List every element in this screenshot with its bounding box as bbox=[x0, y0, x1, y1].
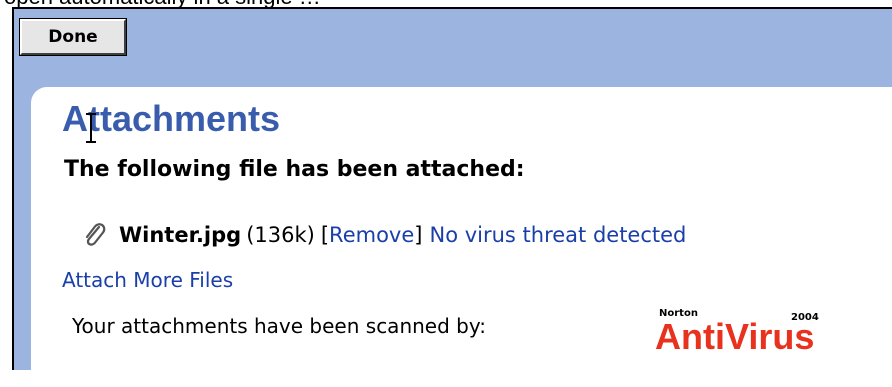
paperclip-icon bbox=[85, 223, 106, 246]
remove-link[interactable]: Remove bbox=[329, 223, 414, 247]
norton-product-text: AntiVirus bbox=[655, 316, 815, 357]
virus-status: No virus threat detected bbox=[429, 223, 687, 247]
file-size: (136k) bbox=[246, 223, 315, 247]
remove-link-wrapper: [Remove] bbox=[320, 223, 423, 247]
text-cursor-icon bbox=[86, 113, 96, 143]
attachment-item: Winter.jpg (136k) [Remove] No virus thre… bbox=[80, 220, 686, 250]
attached-subtitle: The following file has been attached: bbox=[64, 157, 525, 182]
scan-notice: Your attachments have been scanned by: bbox=[72, 314, 486, 338]
attach-more-files-link[interactable]: Attach More Files bbox=[62, 268, 233, 292]
file-name: Winter.jpg bbox=[119, 223, 242, 247]
norton-antivirus-logo: Norton 2004 AntiVirus bbox=[655, 308, 865, 358]
done-button[interactable]: Done bbox=[19, 18, 127, 56]
